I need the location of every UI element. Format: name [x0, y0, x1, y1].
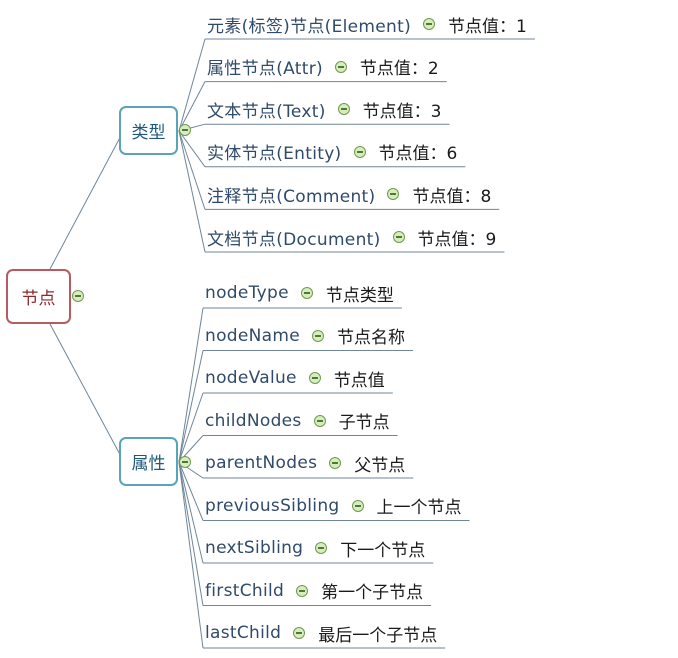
leaf-node-value: 节点值：8 [412, 186, 492, 207]
leaf-node-name: 文本节点(Text) [207, 101, 326, 122]
leaf-node-name: 文档节点(Document) [207, 229, 381, 250]
leaf-node[interactable]: nextSibling 下一个节点 [205, 536, 426, 561]
leaf-node[interactable]: firstChild 第一个子节点 [205, 579, 424, 604]
root-to-types-link [49, 129, 125, 270]
leaf-node-name: nodeName [205, 325, 300, 346]
leaf-node-value: 节点值 [333, 370, 385, 391]
leaf-node-name: nodeType [205, 283, 289, 303]
leaf-node-value: 节点值：1 [448, 16, 527, 37]
leaf-node[interactable]: 实体节点(Entity) 节点值：6 [207, 140, 457, 164]
leaf-node-name: parentNodes [205, 453, 318, 473]
leaf-collapse-icon[interactable] [351, 499, 364, 512]
leaf-collapse-icon[interactable] [353, 145, 366, 158]
group-to-leaf-link [178, 461, 204, 606]
root-node-label: 节点 [21, 289, 56, 309]
leaf-node-value: 子节点 [338, 413, 390, 433]
leaf-node[interactable]: nodeValue 节点值 [205, 366, 385, 391]
leaf-node[interactable]: 文档节点(Document) 节点值：9 [207, 225, 497, 250]
leaf-node-name: 实体节点(Entity) [207, 144, 342, 165]
leaf-node-value: 父节点 [354, 455, 406, 476]
group-node-types[interactable]: 类型 [119, 106, 178, 155]
properties-collapse-icon[interactable] [179, 456, 191, 468]
leaf-collapse-icon[interactable] [296, 584, 309, 597]
group-node-properties-label: 属性 [131, 454, 166, 474]
leaf-node[interactable]: childNodes 子节点 [205, 409, 390, 434]
leaf-node-value: 节点值：9 [417, 229, 497, 250]
leaf-collapse-icon[interactable] [334, 60, 347, 73]
leaf-collapse-icon[interactable] [392, 231, 405, 243]
leaf-collapse-icon[interactable] [387, 188, 400, 201]
leaf-node-name: 属性节点(Attr) [207, 59, 323, 80]
leaf-node-name: previousSibling [205, 495, 340, 516]
leaf-node[interactable]: 注释节点(Comment) 节点值：8 [207, 182, 492, 207]
group-to-leaf-link [178, 392, 204, 463]
leaf-node-name: childNodes [205, 410, 302, 431]
group-node-types-label: 类型 [131, 123, 166, 143]
leaf-collapse-icon[interactable] [300, 287, 313, 299]
leaf-node-value: 下一个节点 [340, 540, 426, 561]
leaf-collapse-icon[interactable] [308, 372, 321, 384]
group-to-leaf-link [178, 350, 204, 463]
leaf-collapse-icon[interactable] [423, 18, 436, 30]
leaf-collapse-icon[interactable] [337, 103, 350, 116]
group-to-leaf-link [178, 130, 206, 210]
leaf-node-value: 节点值：6 [378, 144, 458, 165]
leaf-node[interactable]: 元素(标签)节点(Element) 节点值：1 [207, 12, 527, 37]
leaf-collapse-icon[interactable] [293, 627, 306, 639]
leaf-collapse-icon[interactable] [311, 329, 324, 342]
group-to-leaf-link [178, 461, 204, 649]
leaf-node[interactable]: 文本节点(Text) 节点值：3 [207, 97, 442, 122]
leaf-collapse-icon[interactable] [315, 542, 328, 554]
leaf-node-value: 节点名称 [336, 328, 405, 348]
root-node[interactable]: 节点 [6, 269, 71, 324]
leaf-node-name: lastChild [205, 623, 282, 643]
leaf-node[interactable]: lastChild 最后一个子节点 [205, 621, 438, 646]
leaf-node-name: 元素(标签)节点(Element) [207, 16, 412, 37]
leaf-collapse-icon[interactable] [329, 457, 342, 469]
leaf-node-name: nodeValue [205, 368, 297, 388]
leaf-node[interactable]: parentNodes 父节点 [205, 451, 406, 476]
leaf-node-name: 注释节点(Comment) [207, 186, 376, 207]
root-to-properties-link [49, 323, 125, 463]
types-collapse-icon[interactable] [179, 124, 191, 136]
leaf-node-name: firstChild [205, 580, 285, 601]
leaf-collapse-icon[interactable] [313, 414, 326, 427]
group-node-properties[interactable]: 属性 [119, 437, 178, 486]
group-to-leaf-link [178, 38, 206, 132]
leaf-node-name: nextSibling [205, 538, 304, 558]
leaf-node-value: 节点值：3 [362, 101, 442, 122]
leaf-node-value: 节点类型 [325, 285, 394, 306]
leaf-node-value: 第一个子节点 [321, 583, 424, 603]
leaf-node-value: 上一个节点 [376, 498, 462, 518]
leaf-node[interactable]: nodeType 节点类型 [205, 281, 394, 306]
root-collapse-icon[interactable] [72, 290, 84, 302]
leaf-node[interactable]: 属性节点(Attr) 节点值：2 [207, 55, 439, 79]
leaf-node[interactable]: previousSibling 上一个节点 [205, 494, 462, 519]
leaf-node[interactable]: nodeName 节点名称 [205, 324, 405, 349]
leaf-node-value: 节点值：2 [359, 59, 439, 80]
leaf-node-value: 最后一个子节点 [318, 625, 438, 646]
